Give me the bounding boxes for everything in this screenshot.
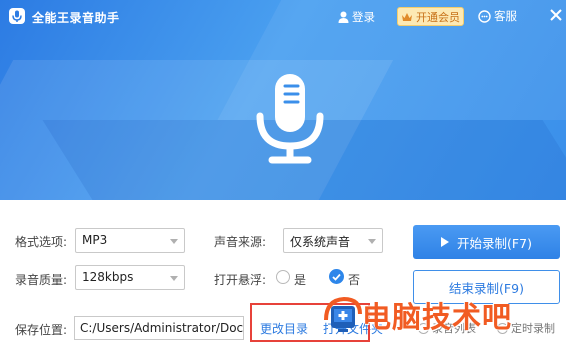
float-option-no-label: 否: [348, 273, 361, 287]
vip-button[interactable]: 开通会员: [397, 7, 464, 26]
radio-icon: [418, 322, 429, 334]
chevron-down-icon: [170, 276, 178, 281]
chevron-down-icon: [170, 239, 178, 244]
format-label: 格式选项:: [15, 235, 68, 249]
customer-service-button[interactable]: 客服: [478, 8, 517, 24]
radio-icon: [497, 322, 508, 334]
float-radio-yes[interactable]: [276, 270, 290, 284]
record-list-label: 录音列表: [432, 322, 476, 335]
timer-record-label: 定时录制: [511, 322, 555, 335]
save-path-value: C:/Users/Administrator/Docu: [80, 321, 244, 335]
quality-select[interactable]: 128kbps: [75, 265, 185, 290]
float-label: 打开悬浮:: [214, 273, 267, 287]
vip-label: 开通会员: [416, 10, 460, 24]
save-location-label: 保存位置:: [15, 323, 68, 337]
stop-recording-button[interactable]: 结束录制(F9): [413, 270, 560, 304]
source-value: 仅系统声音: [290, 235, 351, 249]
radio-checked-icon: [332, 273, 341, 281]
app-title: 全能王录音助手: [32, 11, 120, 25]
play-icon: [441, 237, 450, 247]
timer-record-option[interactable]: 定时录制: [497, 320, 555, 336]
login-label: 登录: [352, 10, 375, 24]
start-recording-button[interactable]: 开始录制(F7): [413, 225, 560, 259]
user-icon: [338, 11, 349, 23]
source-label: 声音来源:: [214, 235, 267, 249]
stop-recording-label: 结束录制(F9): [449, 280, 524, 296]
quality-label: 录音质量:: [15, 273, 68, 287]
float-option-yes-label: 是: [294, 273, 307, 287]
login-button[interactable]: 登录: [338, 9, 375, 25]
service-label: 客服: [494, 9, 517, 23]
chevron-down-icon: [368, 239, 376, 244]
highlight-annotation-box: [250, 303, 370, 342]
headset-icon: [478, 9, 491, 23]
format-select[interactable]: MP3: [75, 228, 185, 253]
record-list-option[interactable]: 录音列表: [418, 320, 476, 336]
microphone-icon: [256, 74, 324, 164]
title-bar: 全能王录音助手 登录 开通会员 客服: [0, 0, 566, 34]
close-icon[interactable]: [548, 7, 564, 23]
header-banner: 全能王录音助手 登录 开通会员 客服: [0, 0, 566, 200]
start-recording-label: 开始录制(F7): [457, 235, 532, 251]
format-value: MP3: [82, 233, 108, 247]
save-path-field[interactable]: C:/Users/Administrator/Docu: [74, 316, 244, 340]
app-logo-icon: [9, 8, 25, 24]
quality-value: 128kbps: [82, 270, 134, 284]
float-radio-no[interactable]: [329, 269, 344, 284]
source-select[interactable]: 仅系统声音: [283, 228, 383, 253]
crown-icon: [402, 12, 412, 21]
